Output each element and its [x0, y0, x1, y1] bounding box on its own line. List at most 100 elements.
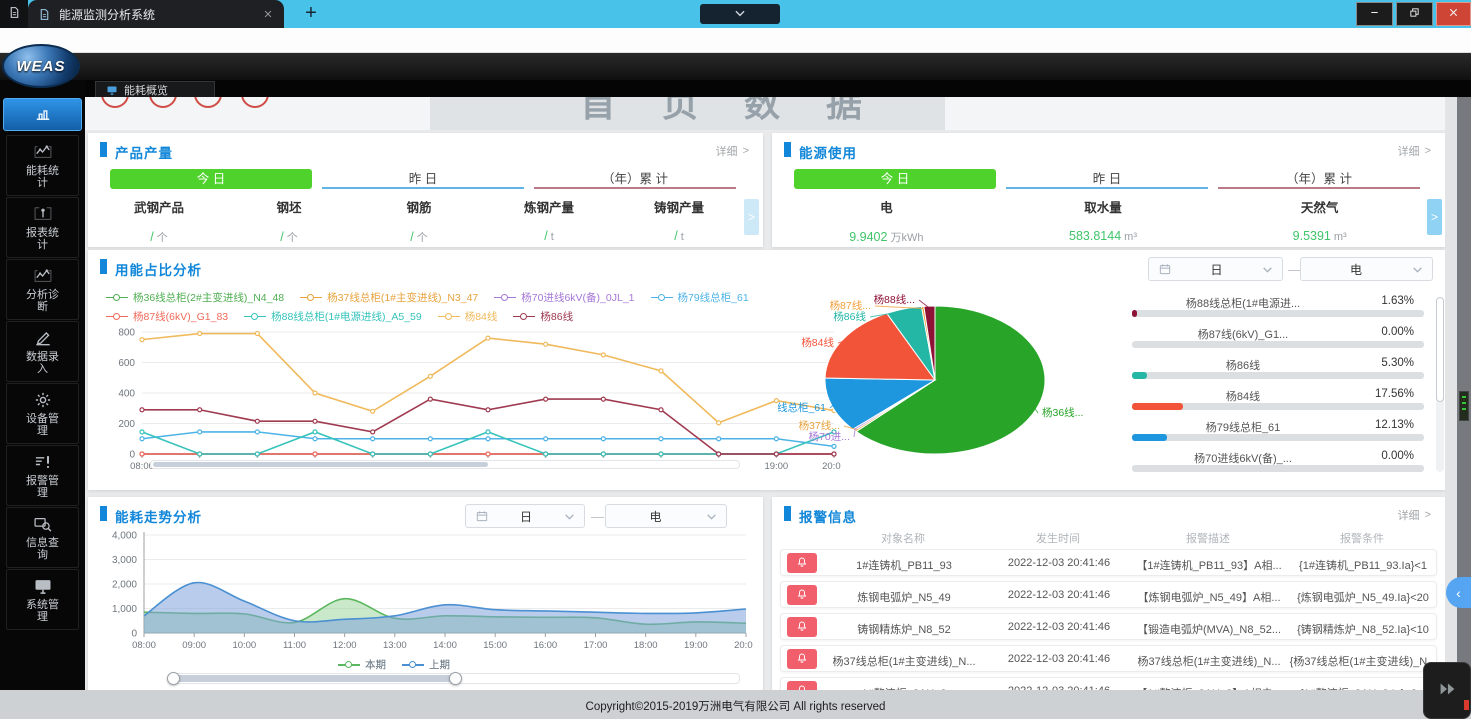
- ranking-scrollbar-thumb[interactable]: [1436, 297, 1444, 402]
- sidebar-item-icon: [32, 142, 54, 162]
- area-chart[interactable]: 01,0002,0003,0004,00008:0009:0010:0011:0…: [98, 529, 753, 657]
- page-scrollbar-thumb[interactable]: [1459, 391, 1469, 421]
- chevron-down-icon: [705, 510, 718, 523]
- sidebar-item-report-stats[interactable]: 报表统计: [6, 197, 79, 258]
- new-tab-button[interactable]: +: [300, 3, 322, 25]
- ranking-scrollbar[interactable]: [1436, 297, 1444, 472]
- overview-icon: [33, 103, 53, 126]
- line-chart[interactable]: 020040060080008:0009:0010:0011:0012:0013…: [96, 322, 841, 482]
- pie-chart[interactable]: 杨36线...杨37线...杨70进...线总柜_61杨84线杨86线杨87线.…: [778, 290, 1138, 490]
- data-zoom-fill[interactable]: [153, 462, 488, 467]
- period-select[interactable]: 日: [465, 504, 585, 528]
- stat-column: 取水量 583.8144m³: [995, 197, 1212, 245]
- alarm-row[interactable]: 杨37线总柜(1#主变进线)_N... 2022-12-03 20:41:46 …: [780, 645, 1437, 672]
- panel-title: 能源使用: [799, 142, 857, 162]
- period-tab[interactable]: （年）累 计: [1218, 169, 1420, 189]
- carousel-next-button[interactable]: >: [744, 199, 759, 235]
- titlebar-dropdown[interactable]: [700, 4, 780, 24]
- alarm-row[interactable]: 1#连铸机_PB11_93 2022-12-03 20:41:46 【1#连铸机…: [780, 549, 1437, 576]
- svg-text:杨70进...: 杨70进...: [809, 430, 850, 443]
- stat-column: 钢坯 /个: [224, 197, 354, 245]
- sidebar-item-alarm-mgmt[interactable]: 报警管理: [6, 445, 79, 506]
- ranking-bar-track: [1132, 310, 1424, 317]
- svg-text:0: 0: [131, 629, 137, 640]
- alarm-row[interactable]: 炼钢电弧炉_N5_49 2022-12-03 20:41:46 【炼钢电弧炉_N…: [780, 581, 1437, 608]
- stat-column: 铸钢产量 /t: [614, 197, 744, 245]
- period-tab[interactable]: （年）累 计: [534, 169, 736, 189]
- detail-link[interactable]: 详细>: [1398, 143, 1431, 159]
- legend-label: 上期: [429, 657, 450, 672]
- tab-energy-overview[interactable]: 能耗概览: [95, 81, 215, 97]
- sidebar-item-data-entry[interactable]: 数据录入: [6, 321, 79, 382]
- alarm-row[interactable]: 1#整流柜_3AH_2 2022-12-03 20:41:46 【1#整流柜_3…: [780, 677, 1437, 690]
- sidebar-item-analysis[interactable]: 分析诊断: [6, 259, 79, 320]
- svg-text:杨36线...: 杨36线...: [1042, 406, 1083, 419]
- sidebar-item-info-query[interactable]: 信息查询: [6, 507, 79, 568]
- alarm-table-body: 1#连铸机_PB11_93 2022-12-03 20:41:46 【1#连铸机…: [780, 549, 1437, 690]
- ranking-bar-fill: [1132, 310, 1137, 317]
- detail-link[interactable]: 详细>: [716, 143, 749, 159]
- ranking-row: 杨70进线6kV(备)_... 0.00%: [1128, 450, 1428, 481]
- stat-value: /t: [614, 229, 744, 243]
- stat-label: 武钢产品: [94, 197, 224, 216]
- energy-type-select[interactable]: 电: [1300, 257, 1433, 281]
- period-tab[interactable]: 今 日: [794, 169, 996, 189]
- legend-label: 杨37线总柜(1#主变进线)_N3_47: [327, 290, 478, 305]
- minimize-icon: [1369, 7, 1380, 21]
- ranking-bar-track: [1132, 341, 1424, 348]
- window-minimize-button[interactable]: [1356, 2, 1393, 26]
- window-close-button[interactable]: [1436, 2, 1471, 26]
- data-zoom-slider[interactable]: [150, 460, 740, 469]
- data-zoom-slider[interactable]: [168, 673, 740, 684]
- svg-text:11:00: 11:00: [283, 640, 306, 651]
- panel-title: 报警信息: [799, 506, 857, 526]
- page-tab-bar: [85, 80, 1471, 97]
- legend-item[interactable]: 杨36线总柜(2#主变进线)_N4_48: [106, 290, 284, 305]
- screen-recorder-widget[interactable]: [1423, 662, 1471, 719]
- stat-value: 583.8144m³: [995, 229, 1212, 243]
- legend-item[interactable]: 杨79线总柜_61: [651, 290, 749, 305]
- panel-product-output: 产品产量 详细> 今 日昨 日（年）累 计 武钢产品 /个 钢坯 /个 钢筋 /…: [88, 133, 763, 247]
- period-select[interactable]: 日: [1148, 257, 1283, 281]
- period-tab[interactable]: 昨 日: [1006, 169, 1208, 189]
- sidebar-item-icon: [32, 452, 54, 472]
- period-tab[interactable]: 昨 日: [322, 169, 524, 189]
- tab-close-icon[interactable]: [260, 6, 276, 22]
- sidebar-item-label: 报表统计: [25, 227, 61, 252]
- browser-tab[interactable]: 能源监测分析系统: [28, 0, 284, 28]
- alarm-object-name: 铸钢精炼炉_N8_52: [823, 621, 985, 637]
- sidebar-item-icon: [32, 390, 54, 410]
- carousel-next-button[interactable]: >: [1427, 199, 1442, 235]
- svg-text:0: 0: [129, 450, 135, 461]
- alarm-row[interactable]: 铸钢精炼炉_N8_52 2022-12-03 20:41:46 【锻造电弧炉(M…: [780, 613, 1437, 640]
- legend-item[interactable]: 杨70进线6kV(备)_0JL_1: [494, 290, 634, 305]
- data-zoom-handle-left[interactable]: [167, 672, 180, 685]
- sidebar-item-energy-stats[interactable]: 能耗统计: [6, 135, 79, 196]
- period-select-value: 日: [1172, 261, 1261, 278]
- ranking-bar-fill: [1132, 434, 1167, 441]
- legend-item[interactable]: 本期: [338, 657, 386, 672]
- sidebar-menu: 能耗统计 报表统计 分析诊断 数据录入 设备管理 报警管理 信息查询 系统管理: [0, 135, 85, 631]
- ranking-bar-track: [1132, 403, 1424, 410]
- data-zoom-fill[interactable]: [175, 675, 453, 682]
- window-maximize-button[interactable]: [1396, 2, 1433, 26]
- ranking-list: 杨88线总柜(1#电源进... 1.63% 杨87线(6kV)_G1... 0.…: [1128, 295, 1428, 481]
- svg-text:2,000: 2,000: [112, 580, 137, 591]
- sidebar-item-system-mgmt[interactable]: 系统管理: [6, 569, 79, 630]
- browser-address-bar: 不安全 | 192.168.18.239:8080/Home/Index 更新 …: [0, 28, 1471, 53]
- ranking-bar-track: [1132, 434, 1424, 441]
- legend-item[interactable]: 杨37线总柜(1#主变进线)_N3_47: [300, 290, 478, 305]
- sidebar-item-overview[interactable]: [3, 98, 82, 131]
- legend-item[interactable]: 上期: [402, 657, 450, 672]
- alarm-bell-icon: [787, 681, 817, 690]
- collapse-panel-button[interactable]: ‹: [1446, 577, 1471, 608]
- data-zoom-handle-right[interactable]: [449, 672, 462, 685]
- svg-text:3,000: 3,000: [112, 555, 137, 566]
- period-tab[interactable]: 今 日: [110, 169, 312, 189]
- tab-favicon-icon: [38, 8, 51, 21]
- detail-link[interactable]: 详细>: [1398, 507, 1431, 523]
- sidebar-item-device-mgmt[interactable]: 设备管理: [6, 383, 79, 444]
- energy-type-select[interactable]: 电: [605, 504, 727, 528]
- panel-energy-use: 能源使用 详细> 今 日昨 日（年）累 计 电 9.9402万kWh 取水量 5…: [772, 133, 1445, 247]
- chevron-right-icon: >: [1425, 509, 1431, 521]
